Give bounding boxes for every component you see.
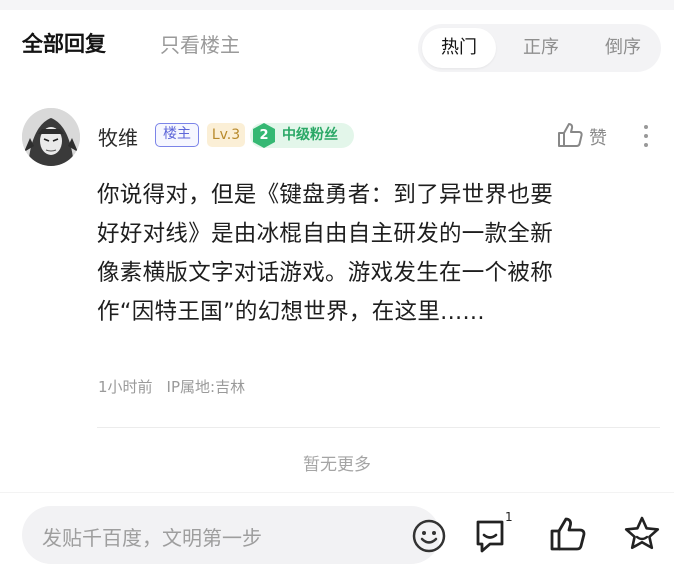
no-more-text: 暂无更多 bbox=[303, 455, 371, 475]
fan-level-label: 中级粉丝 bbox=[282, 127, 338, 143]
comment-time: 1小时前 bbox=[98, 378, 153, 396]
comment-body[interactable]: 你说得对，但是《键盘勇者：到了异世界也要 好好对线》是由冰棍自由自主研发的一款全… bbox=[97, 176, 657, 332]
fan-level-icon: 2 bbox=[251, 122, 277, 149]
level-badge: Lv.3 bbox=[207, 123, 245, 147]
host-badge: 楼主 bbox=[155, 123, 199, 147]
fan-badge: 2 中级粉丝 bbox=[250, 123, 354, 148]
comment-line: 作“因特王国”的幻想世界，在这里...... bbox=[97, 299, 485, 325]
sort-asc-button[interactable]: 正序 bbox=[512, 24, 570, 72]
username[interactable]: 牧维 bbox=[98, 122, 138, 151]
thumbs-up-icon[interactable] bbox=[548, 514, 588, 554]
emoji-icon[interactable] bbox=[412, 519, 446, 553]
ip-location: IP属地:吉林 bbox=[166, 378, 246, 396]
more-options-icon[interactable] bbox=[640, 122, 652, 150]
tab-all-replies[interactable]: 全部回复 bbox=[22, 28, 106, 58]
sort-hot-button[interactable]: 热门 bbox=[422, 28, 496, 68]
like-label[interactable]: 赞 bbox=[589, 124, 607, 150]
thumbs-up-icon[interactable] bbox=[555, 120, 585, 150]
sort-desc-button[interactable]: 倒序 bbox=[594, 24, 652, 72]
comment-line: 好好对线》是由冰棍自由自主研发的一款全新 bbox=[97, 221, 554, 247]
sort-toggle: 热门 正序 倒序 bbox=[418, 24, 661, 72]
comment-count: 1 bbox=[505, 510, 513, 524]
avatar[interactable] bbox=[22, 108, 80, 166]
reply-input[interactable]: 发贴千百度，文明第一步 bbox=[22, 506, 446, 564]
reply-placeholder: 发贴千百度，文明第一步 bbox=[42, 526, 262, 550]
comment-line: 你说得对，但是《键盘勇者：到了异世界也要 bbox=[97, 182, 554, 208]
tab-host-only[interactable]: 只看楼主 bbox=[160, 29, 240, 58]
fan-level-number: 2 bbox=[259, 128, 269, 143]
divider bbox=[97, 427, 660, 428]
top-strip bbox=[0, 0, 674, 10]
comment-meta: 1小时前 IP属地:吉林 bbox=[98, 376, 245, 397]
star-icon[interactable] bbox=[622, 514, 662, 554]
comment-line: 像素横版文字对话游戏。游戏发生在一个被称 bbox=[97, 260, 554, 286]
